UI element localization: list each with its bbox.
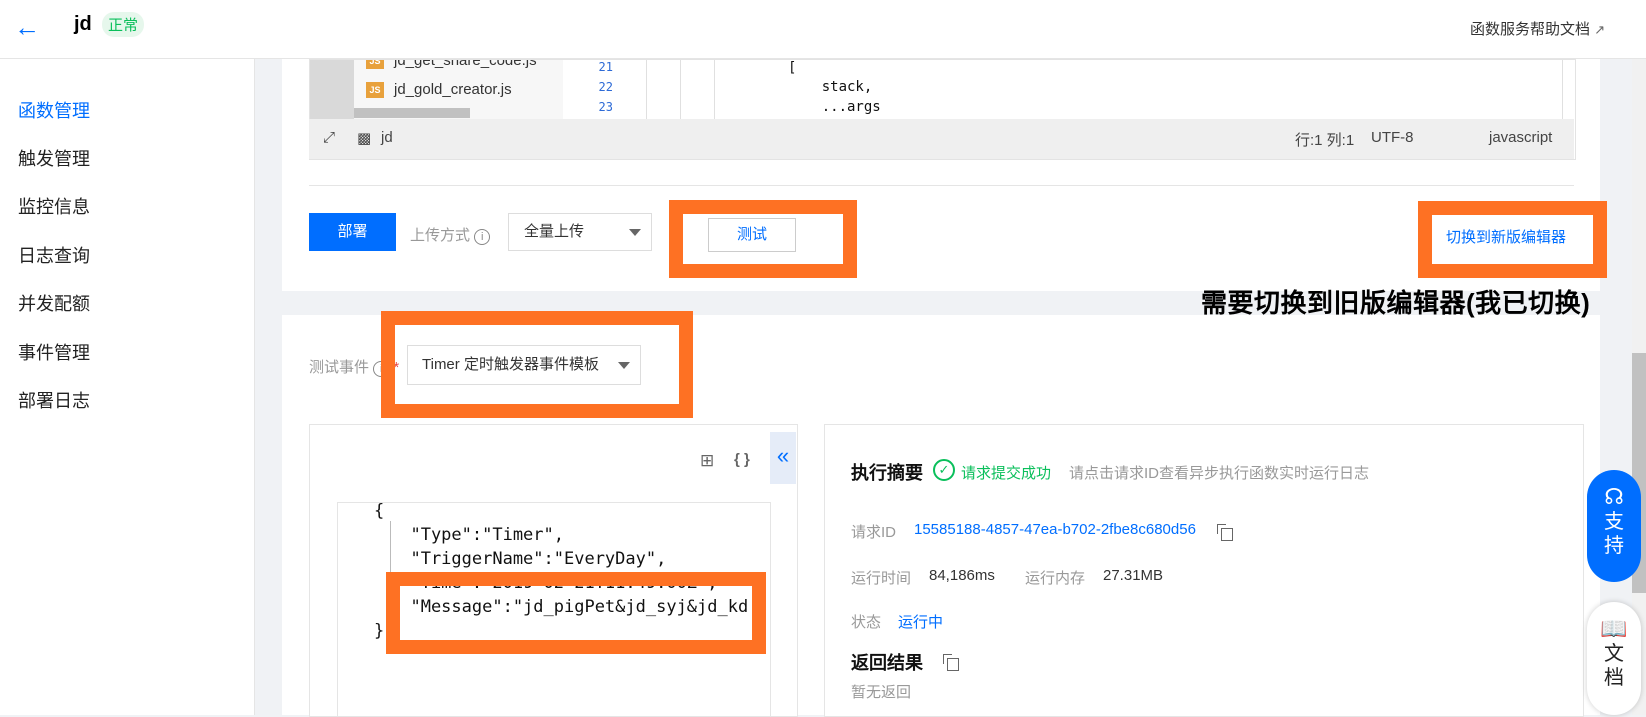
execution-summary: 执行摘要 ✓ 请求提交成功 请点击请求ID查看异步执行函数实时运行日志 请求ID…	[824, 424, 1584, 717]
json-line: {	[374, 502, 385, 521]
chevron-down-icon	[629, 229, 641, 236]
info-icon[interactable]: i	[474, 229, 491, 245]
sidebar-item-monitoring[interactable]: 监控信息	[18, 193, 90, 219]
copy-icon[interactable]	[1217, 524, 1233, 541]
request-id-link[interactable]: 15585188-4857-47ea-b702-2fbe8c680d56	[914, 521, 1196, 538]
sidebar-item-logs[interactable]: 日志查询	[18, 242, 90, 268]
language-mode[interactable]: javascript	[1489, 129, 1552, 146]
code-line: [	[788, 60, 797, 76]
highlight-test-button	[669, 200, 857, 278]
book-icon: 📖	[1600, 616, 1628, 641]
js-file-icon: JS	[366, 82, 384, 99]
highlight-event-select	[381, 311, 693, 418]
docs-button[interactable]: 📖 文 档	[1587, 602, 1641, 715]
puzzle-icon: ▩	[357, 130, 372, 147]
json-line: "TriggerName":"EveryDay",	[390, 549, 667, 569]
help-doc-label: 函数服务帮助文档	[1470, 21, 1591, 38]
copy-icon[interactable]	[943, 654, 959, 671]
file-item[interactable]: JS jd_gold_creator.js	[366, 81, 512, 99]
upload-method-select[interactable]: 全量上传	[508, 213, 652, 251]
sidebar-item-trigger-management[interactable]: 触发管理	[18, 145, 90, 171]
js-file-icon: JS	[366, 60, 384, 70]
upload-method-label: 上传方式 i	[410, 224, 491, 245]
encoding[interactable]: UTF-8	[1371, 129, 1414, 146]
support-label: 持	[1604, 535, 1624, 557]
code-line: stack,	[788, 79, 873, 95]
check-circle-icon: ✓	[933, 459, 955, 481]
external-link-icon: ↗	[1594, 22, 1606, 37]
support-label: 支	[1604, 511, 1624, 533]
sidebar-item-concurrency[interactable]: 并发配额	[18, 290, 90, 316]
highlight-switch-editor	[1418, 201, 1607, 278]
help-doc-link[interactable]: 函数服务帮助文档 ↗	[1470, 18, 1605, 39]
code-line: ...args	[788, 99, 881, 115]
result-title: 返回结果	[851, 653, 923, 673]
state-label: 状态	[851, 614, 882, 631]
run-time-label: 运行时间	[851, 570, 912, 587]
annotation-note: 需要切换到旧版编辑器(我已切换)	[1201, 288, 1591, 318]
line-number: 22	[598, 80, 613, 94]
file-item[interactable]: JS jd_get_share_code.js	[366, 60, 537, 70]
arrow-left-icon[interactable]: ←	[14, 12, 42, 42]
deploy-button[interactable]: 部署	[309, 213, 396, 251]
editor-status-bar: ⤢ ▩ jd 行:1 列:1 UTF-8 javascript	[309, 119, 1574, 159]
cursor-position: 行:1 列:1	[1295, 132, 1355, 149]
highlight-message-line	[386, 572, 766, 654]
status-badge: 正常	[102, 12, 145, 37]
docs-label: 档	[1604, 667, 1624, 689]
sidebar-item-deploy-logs[interactable]: 部署日志	[18, 387, 90, 413]
summary-hint: 请点击请求ID查看异步执行函数实时运行日志	[1069, 465, 1370, 482]
upload-method-value: 全量上传	[524, 223, 585, 240]
line-number: 23	[598, 100, 613, 114]
docs-label: 文	[1604, 643, 1624, 665]
success-text: 请求提交成功	[961, 465, 1052, 482]
memory-value: 27.31MB	[1103, 567, 1164, 584]
collapse-icon[interactable]: «	[770, 432, 796, 484]
support-button[interactable]: ☊ 支 持	[1587, 470, 1641, 582]
headset-icon: ☊	[1604, 484, 1624, 509]
file-tree-scrollbar[interactable]	[354, 108, 470, 118]
sidebar: 函数管理 触发管理 监控信息 日志查询 并发配额 事件管理 部署日志	[0, 59, 255, 715]
line-number: 21	[598, 60, 613, 74]
result-value: 暂无返回	[851, 684, 912, 701]
add-file-icon[interactable]: ⊞	[700, 451, 714, 471]
divider	[309, 185, 1574, 186]
run-time-value: 84,186ms	[929, 567, 995, 584]
memory-label: 运行内存	[1025, 570, 1086, 587]
json-line: }	[374, 621, 385, 641]
folder-name: jd	[381, 129, 393, 146]
sidebar-item-function-management[interactable]: 函数管理	[18, 97, 90, 123]
state-value: 运行中	[898, 614, 944, 631]
summary-title: 执行摘要	[851, 463, 923, 483]
sidebar-item-events[interactable]: 事件管理	[18, 339, 90, 365]
page-header	[0, 0, 1646, 59]
format-json-icon[interactable]: { }	[734, 451, 750, 468]
json-line: "Type":"Timer",	[390, 525, 564, 545]
expand-icon[interactable]: ⤢	[323, 129, 335, 146]
function-title: jd	[74, 13, 92, 35]
request-id-label: 请求ID	[851, 524, 897, 541]
